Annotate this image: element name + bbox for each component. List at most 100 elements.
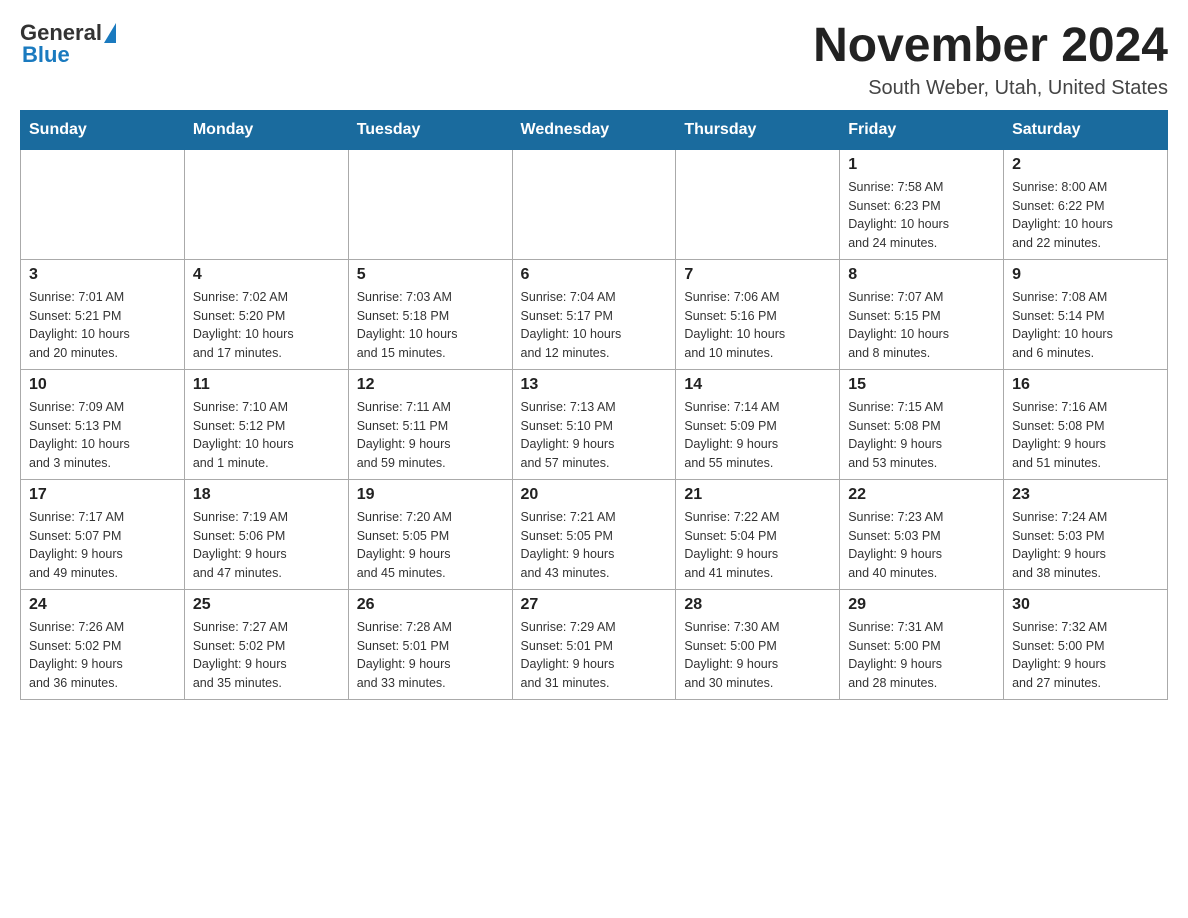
- logo-triangle-icon: [104, 23, 116, 43]
- day-number: 15: [848, 376, 995, 394]
- calendar-cell: 14 Sunrise: 7:14 AMSunset: 5:09 PMDayligh…: [676, 369, 840, 479]
- day-info: Sunrise: 7:07 AMSunset: 5:15 PMDaylight:…: [848, 288, 995, 363]
- calendar-cell: 2 Sunrise: 8:00 AMSunset: 6:22 PMDaylight…: [1004, 149, 1168, 259]
- calendar-week-3: 10Sunrise: 7:09 AMSunset: 5:13 PMDayligh…: [21, 369, 1168, 479]
- day-info: Sunrise: 7:28 AMSunset: 5:01 PMDaylight:…: [357, 618, 504, 693]
- day-number: 21: [684, 486, 831, 504]
- day-number: 16: [1012, 376, 1159, 394]
- calendar-header-sunday: Sunday: [21, 110, 185, 149]
- day-info: Sunrise: 7:29 AMSunset: 5:01 PMDaylight:…: [521, 618, 668, 693]
- day-info: Sunrise: 7:19 AMSunset: 5:06 PMDaylight:…: [193, 508, 340, 583]
- day-number: 9: [1012, 266, 1159, 284]
- calendar-cell: 1 Sunrise: 7:58 AMSunset: 6:23 PMDaylight…: [840, 149, 1004, 259]
- title-block: November 2024 South Weber, Utah, United …: [813, 20, 1168, 100]
- calendar-cell: 16 Sunrise: 7:16 AMSunset: 5:08 PMDayligh…: [1004, 369, 1168, 479]
- calendar-cell: 12Sunrise: 7:11 AMSunset: 5:11 PMDayligh…: [348, 369, 512, 479]
- logo-blue-text: Blue: [22, 42, 70, 68]
- calendar-cell: 13 Sunrise: 7:13 AMSunset: 5:10 PMDayligh…: [512, 369, 676, 479]
- day-number: 10: [29, 376, 176, 394]
- calendar-header-saturday: Saturday: [1004, 110, 1168, 149]
- day-info: Sunrise: 7:17 AMSunset: 5:07 PMDaylight:…: [29, 508, 176, 583]
- calendar-header-wednesday: Wednesday: [512, 110, 676, 149]
- day-number: 18: [193, 486, 340, 504]
- calendar-cell: 8Sunrise: 7:07 AMSunset: 5:15 PMDaylight…: [840, 259, 1004, 369]
- calendar-cell: 24Sunrise: 7:26 AMSunset: 5:02 PMDayligh…: [21, 589, 185, 699]
- day-info: Sunrise: 7:58 AMSunset: 6:23 PMDaylight:…: [848, 178, 995, 253]
- calendar-cell: 3Sunrise: 7:01 AMSunset: 5:21 PMDaylight…: [21, 259, 185, 369]
- day-number: 3: [29, 266, 176, 284]
- day-number: 14: [684, 376, 831, 394]
- day-info: Sunrise: 7:10 AMSunset: 5:12 PMDaylight:…: [193, 398, 340, 473]
- day-info: Sunrise: 7:06 AMSunset: 5:16 PMDaylight:…: [684, 288, 831, 363]
- day-info: Sunrise: 7:20 AMSunset: 5:05 PMDaylight:…: [357, 508, 504, 583]
- day-info: Sunrise: 7:02 AMSunset: 5:20 PMDaylight:…: [193, 288, 340, 363]
- calendar-cell: 11 Sunrise: 7:10 AMSunset: 5:12 PMDayligh…: [184, 369, 348, 479]
- calendar-cell: 7 Sunrise: 7:06 AMSunset: 5:16 PMDaylight…: [676, 259, 840, 369]
- day-info: Sunrise: 8:00 AMSunset: 6:22 PMDaylight:…: [1012, 178, 1159, 253]
- day-info: Sunrise: 7:14 AMSunset: 5:09 PMDaylight:…: [684, 398, 831, 473]
- month-title: November 2024: [813, 20, 1168, 73]
- day-info: Sunrise: 7:32 AMSunset: 5:00 PMDaylight:…: [1012, 618, 1159, 693]
- day-info: Sunrise: 7:27 AMSunset: 5:02 PMDaylight:…: [193, 618, 340, 693]
- calendar-header-friday: Friday: [840, 110, 1004, 149]
- calendar-week-1: 1 Sunrise: 7:58 AMSunset: 6:23 PMDaylight…: [21, 149, 1168, 259]
- calendar-cell: 21 Sunrise: 7:22 AMSunset: 5:04 PMDayligh…: [676, 479, 840, 589]
- day-info: Sunrise: 7:16 AMSunset: 5:08 PMDaylight:…: [1012, 398, 1159, 473]
- calendar-header-tuesday: Tuesday: [348, 110, 512, 149]
- calendar-cell: 9 Sunrise: 7:08 AMSunset: 5:14 PMDaylight…: [1004, 259, 1168, 369]
- day-info: Sunrise: 7:13 AMSunset: 5:10 PMDaylight:…: [521, 398, 668, 473]
- day-number: 19: [357, 486, 504, 504]
- day-info: Sunrise: 7:24 AMSunset: 5:03 PMDaylight:…: [1012, 508, 1159, 583]
- day-info: Sunrise: 7:03 AMSunset: 5:18 PMDaylight:…: [357, 288, 504, 363]
- day-number: 27: [521, 596, 668, 614]
- day-number: 26: [357, 596, 504, 614]
- day-number: 11: [193, 376, 340, 394]
- day-info: Sunrise: 7:11 AMSunset: 5:11 PMDaylight:…: [357, 398, 504, 473]
- calendar-header-row: SundayMondayTuesdayWednesdayThursdayFrid…: [21, 110, 1168, 149]
- day-info: Sunrise: 7:30 AMSunset: 5:00 PMDaylight:…: [684, 618, 831, 693]
- day-number: 29: [848, 596, 995, 614]
- calendar-cell: [676, 149, 840, 259]
- day-number: 25: [193, 596, 340, 614]
- day-number: 5: [357, 266, 504, 284]
- calendar-cell: [21, 149, 185, 259]
- calendar-cell: 18 Sunrise: 7:19 AMSunset: 5:06 PMDayligh…: [184, 479, 348, 589]
- calendar-cell: 20Sunrise: 7:21 AMSunset: 5:05 PMDayligh…: [512, 479, 676, 589]
- calendar-header-thursday: Thursday: [676, 110, 840, 149]
- day-info: Sunrise: 7:15 AMSunset: 5:08 PMDaylight:…: [848, 398, 995, 473]
- calendar-cell: 28 Sunrise: 7:30 AMSunset: 5:00 PMDayligh…: [676, 589, 840, 699]
- day-info: Sunrise: 7:08 AMSunset: 5:14 PMDaylight:…: [1012, 288, 1159, 363]
- location-title: South Weber, Utah, United States: [813, 77, 1168, 100]
- day-info: Sunrise: 7:31 AMSunset: 5:00 PMDaylight:…: [848, 618, 995, 693]
- day-info: Sunrise: 7:22 AMSunset: 5:04 PMDaylight:…: [684, 508, 831, 583]
- calendar-cell: 17 Sunrise: 7:17 AMSunset: 5:07 PMDayligh…: [21, 479, 185, 589]
- calendar-cell: 4 Sunrise: 7:02 AMSunset: 5:20 PMDaylight…: [184, 259, 348, 369]
- calendar-cell: 10Sunrise: 7:09 AMSunset: 5:13 PMDayligh…: [21, 369, 185, 479]
- calendar-cell: 6Sunrise: 7:04 AMSunset: 5:17 PMDaylight…: [512, 259, 676, 369]
- logo: General Blue: [20, 20, 116, 68]
- page-header: General Blue November 2024 South Weber, …: [20, 20, 1168, 100]
- day-info: Sunrise: 7:04 AMSunset: 5:17 PMDaylight:…: [521, 288, 668, 363]
- calendar-table: SundayMondayTuesdayWednesdayThursdayFrid…: [20, 110, 1168, 700]
- day-number: 28: [684, 596, 831, 614]
- day-info: Sunrise: 7:21 AMSunset: 5:05 PMDaylight:…: [521, 508, 668, 583]
- calendar-week-4: 17 Sunrise: 7:17 AMSunset: 5:07 PMDayligh…: [21, 479, 1168, 589]
- day-info: Sunrise: 7:23 AMSunset: 5:03 PMDaylight:…: [848, 508, 995, 583]
- day-number: 2: [1012, 156, 1159, 174]
- calendar-body: 1 Sunrise: 7:58 AMSunset: 6:23 PMDaylight…: [21, 149, 1168, 699]
- day-number: 4: [193, 266, 340, 284]
- day-number: 24: [29, 596, 176, 614]
- day-number: 17: [29, 486, 176, 504]
- day-number: 13: [521, 376, 668, 394]
- calendar-cell: 26 Sunrise: 7:28 AMSunset: 5:01 PMDayligh…: [348, 589, 512, 699]
- calendar-cell: [184, 149, 348, 259]
- calendar-header-monday: Monday: [184, 110, 348, 149]
- day-number: 7: [684, 266, 831, 284]
- day-number: 1: [848, 156, 995, 174]
- calendar-cell: 23Sunrise: 7:24 AMSunset: 5:03 PMDayligh…: [1004, 479, 1168, 589]
- day-number: 22: [848, 486, 995, 504]
- day-number: 30: [1012, 596, 1159, 614]
- calendar-cell: 22 Sunrise: 7:23 AMSunset: 5:03 PMDayligh…: [840, 479, 1004, 589]
- calendar-week-2: 3Sunrise: 7:01 AMSunset: 5:21 PMDaylight…: [21, 259, 1168, 369]
- calendar-cell: 25 Sunrise: 7:27 AMSunset: 5:02 PMDayligh…: [184, 589, 348, 699]
